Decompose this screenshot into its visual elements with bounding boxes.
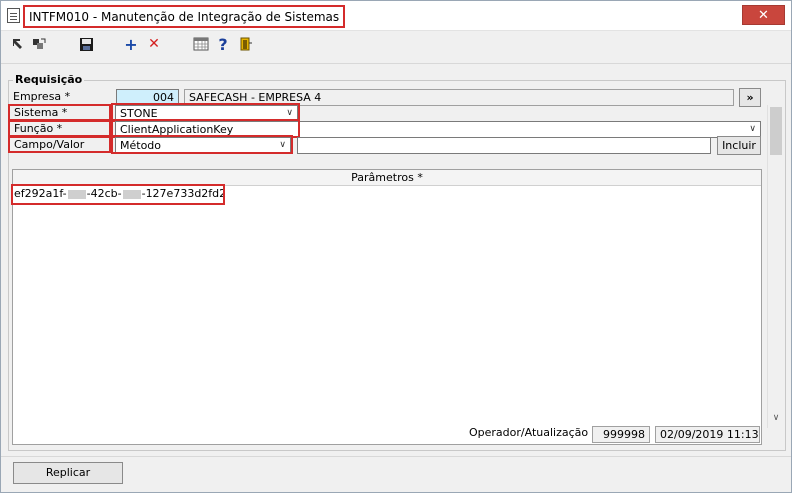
operador-field: 999998 (592, 426, 650, 443)
exit-icon[interactable] (237, 35, 255, 53)
chevron-down-icon[interactable]: ∨ (768, 413, 784, 423)
funcao-select[interactable]: ClientApplicationKey ∨ (115, 121, 761, 138)
replicar-label: Replicar (45, 466, 91, 479)
param-part-2: -42cb- (86, 187, 122, 200)
vertical-scrollbar[interactable]: ∨ (767, 105, 783, 428)
empresa-name-field: SAFECASH - EMPRESA 4 (184, 89, 734, 106)
empresa-lookup-button[interactable]: » (739, 88, 761, 107)
empresa-code-input[interactable]: 004 (116, 89, 179, 106)
calendar-icon[interactable] (192, 35, 210, 53)
parameters-header: Parâmetros * (13, 170, 761, 186)
scrollbar-thumb[interactable] (770, 107, 782, 155)
delete-icon[interactable]: ✕ (145, 35, 163, 53)
close-button[interactable]: ✕ (742, 5, 785, 25)
param-part-3: -127e733d2fd2 (141, 187, 227, 200)
bottom-edge (1, 486, 791, 492)
campo-select[interactable]: Método ∨ (115, 137, 291, 154)
application-window: INTFM010 - Manutenção de Integração de S… (0, 0, 792, 493)
campo-value: Método (120, 139, 162, 152)
campo-valor-label: Campo/Valor (8, 136, 111, 153)
previous-records-icon[interactable] (30, 35, 48, 53)
operador-label: Operador/Atualização (469, 426, 589, 439)
help-icon[interactable]: ? (214, 35, 232, 54)
sistema-label: Sistema * (8, 104, 111, 121)
sistema-select[interactable]: STONE ∨ (115, 105, 298, 122)
title-bar: INTFM010 - Manutenção de Integração de S… (1, 1, 791, 31)
parameter-value[interactable]: ef292a1f- -42cb- -127e733d2fd2 (13, 187, 227, 205)
replicar-button[interactable]: Replicar (13, 462, 123, 484)
empresa-label: Empresa * (13, 90, 71, 103)
first-record-icon[interactable] (9, 35, 27, 53)
funcao-label: Função * (8, 120, 111, 137)
toolbar-divider (1, 63, 791, 64)
window-title: INTFM010 - Manutenção de Integração de S… (23, 5, 346, 28)
save-icon[interactable] (77, 35, 95, 53)
redacted-block (122, 189, 141, 199)
param-part-1: ef292a1f- (14, 187, 67, 200)
chevron-down-icon: ∨ (749, 124, 756, 134)
chevron-down-icon: ∨ (279, 140, 286, 150)
toolbar: + ✕ ? (1, 31, 791, 57)
incluir-button[interactable]: Incluir (717, 136, 761, 155)
redacted-block (67, 189, 86, 199)
group-label: Requisição (13, 73, 85, 86)
valor-input[interactable] (297, 137, 711, 154)
atualizacao-field: 02/09/2019 11:13:48 (655, 426, 760, 443)
sistema-value: STONE (120, 107, 158, 120)
add-icon[interactable]: + (122, 35, 140, 54)
footer-divider (1, 456, 791, 457)
chevron-down-icon: ∨ (286, 108, 293, 118)
document-icon (7, 8, 20, 23)
parameters-panel[interactable]: Parâmetros * ef292a1f- -42cb- -127e733d2fd… (11, 169, 762, 445)
funcao-value: ClientApplicationKey (120, 123, 234, 136)
